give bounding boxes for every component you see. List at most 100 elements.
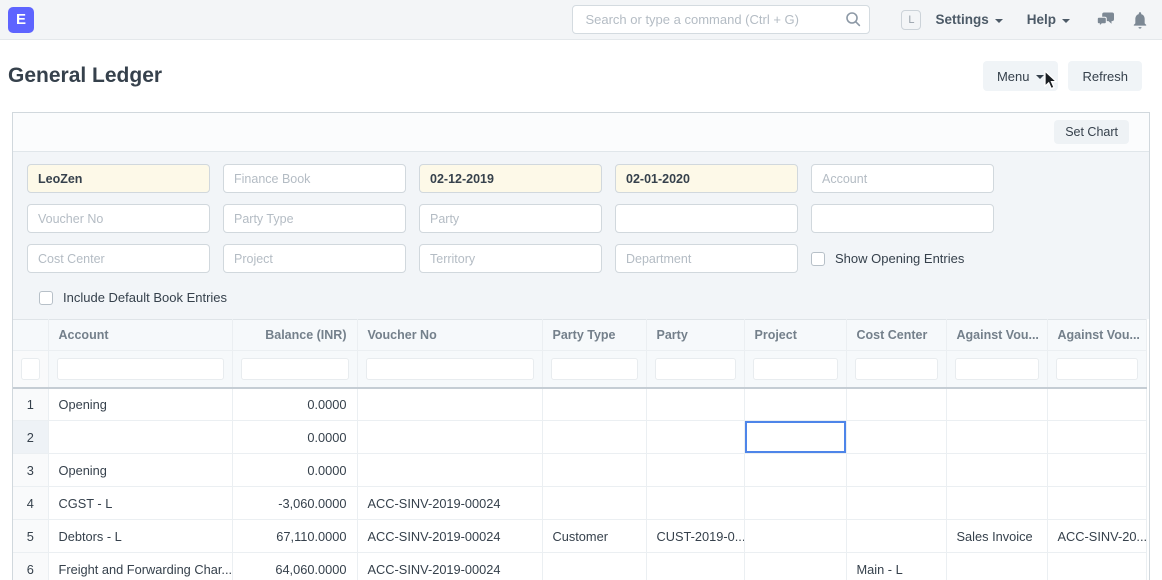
column-header-against-voucher-type[interactable]: Against Vou... (946, 320, 1047, 351)
cell-project[interactable] (744, 421, 846, 454)
column-header-against-voucher[interactable]: Against Vou... (1047, 320, 1146, 351)
cell-balance[interactable]: 67,110.0000 (232, 520, 357, 553)
cell-party-type[interactable] (542, 454, 646, 487)
cell-row-number[interactable]: 3 (13, 454, 48, 487)
cell-against-voucher[interactable] (1047, 454, 1146, 487)
cell-balance[interactable]: 0.0000 (232, 421, 357, 454)
cell-voucher-no[interactable]: ACC-SINV-2019-00024 (357, 553, 542, 580)
column-header-project[interactable]: Project (744, 320, 846, 351)
column-header-voucher-no[interactable]: Voucher No (357, 320, 542, 351)
app-logo[interactable]: E (8, 7, 34, 33)
column-header-party-type[interactable]: Party Type (542, 320, 646, 351)
cell-against-voucher-type[interactable] (946, 421, 1047, 454)
column-filter-voucher-no[interactable] (366, 358, 534, 380)
column-filter-account[interactable] (57, 358, 224, 380)
cell-against-voucher-type[interactable] (946, 487, 1047, 520)
column-header-cost-center[interactable]: Cost Center (846, 320, 946, 351)
filter-input-department[interactable] (615, 244, 798, 273)
column-header-balance[interactable]: Balance (INR) (232, 320, 357, 351)
filter-input-blank-2[interactable] (811, 204, 994, 233)
cell-cost-center[interactable] (846, 487, 946, 520)
cell-project[interactable] (744, 388, 846, 421)
cell-row-number[interactable]: 6 (13, 553, 48, 580)
cell-cost-center[interactable] (846, 454, 946, 487)
cell-party-type[interactable] (542, 487, 646, 520)
filter-input-blank-1[interactable] (615, 204, 798, 233)
cell-row-number[interactable]: 4 (13, 487, 48, 520)
column-header-account[interactable]: Account (48, 320, 232, 351)
cell-cost-center[interactable]: Main - L (846, 553, 946, 580)
cell-account[interactable] (48, 421, 232, 454)
cell-voucher-no[interactable] (357, 454, 542, 487)
show-opening-entries-checkbox[interactable]: Show Opening Entries (811, 251, 994, 266)
cell-against-voucher[interactable]: ACC-SINV-20... (1047, 520, 1146, 553)
cell-against-voucher-type[interactable] (946, 388, 1047, 421)
filter-input-party-type[interactable] (223, 204, 406, 233)
cell-balance[interactable]: 64,060.0000 (232, 553, 357, 580)
cell-party[interactable] (646, 388, 744, 421)
cell-against-voucher[interactable] (1047, 487, 1146, 520)
user-avatar[interactable]: L (901, 10, 921, 30)
cell-project[interactable] (744, 487, 846, 520)
cell-party-type[interactable] (542, 553, 646, 580)
cell-account[interactable]: Opening (48, 388, 232, 421)
cell-project[interactable] (744, 454, 846, 487)
filter-input-to-date[interactable] (615, 164, 798, 193)
cell-balance[interactable]: -3,060.0000 (232, 487, 357, 520)
cell-voucher-no[interactable]: ACC-SINV-2019-00024 (357, 520, 542, 553)
set-chart-button[interactable]: Set Chart (1054, 120, 1129, 144)
settings-menu[interactable]: Settings (935, 12, 1002, 27)
cell-party[interactable] (646, 421, 744, 454)
column-filter-against-voucher[interactable] (1056, 358, 1138, 380)
cell-cost-center[interactable] (846, 388, 946, 421)
cell-against-voucher-type[interactable] (946, 553, 1047, 580)
filter-input-party[interactable] (419, 204, 602, 233)
cell-row-number[interactable]: 2 (13, 421, 48, 454)
column-filter-project[interactable] (753, 358, 838, 380)
cell-party[interactable]: CUST-2019-0... (646, 520, 744, 553)
filter-input-from-date[interactable] (419, 164, 602, 193)
cell-party[interactable] (646, 454, 744, 487)
filter-input-territory[interactable] (419, 244, 602, 273)
column-filter-row-number[interactable] (21, 358, 40, 380)
cell-balance[interactable]: 0.0000 (232, 454, 357, 487)
cell-party-type[interactable]: Customer (542, 520, 646, 553)
cell-account[interactable]: Debtors - L (48, 520, 232, 553)
cell-against-voucher-type[interactable] (946, 454, 1047, 487)
cell-row-number[interactable]: 1 (13, 388, 48, 421)
column-filter-party-type[interactable] (551, 358, 638, 380)
filter-input-cost-center[interactable] (27, 244, 210, 273)
cell-row-number[interactable]: 5 (13, 520, 48, 553)
menu-button[interactable]: Menu (983, 61, 1059, 91)
cell-party[interactable] (646, 553, 744, 580)
column-filter-balance[interactable] (241, 358, 349, 380)
filter-input-voucher-no[interactable] (27, 204, 210, 233)
cell-cost-center[interactable] (846, 421, 946, 454)
chat-icon[interactable] (1096, 11, 1116, 29)
cell-against-voucher[interactable] (1047, 553, 1146, 580)
cell-against-voucher[interactable] (1047, 421, 1146, 454)
column-filter-against-voucher-type[interactable] (955, 358, 1039, 380)
cell-project[interactable] (744, 553, 846, 580)
cell-project[interactable] (744, 520, 846, 553)
cell-account[interactable]: Opening (48, 454, 232, 487)
cell-account[interactable]: Freight and Forwarding Char... (48, 553, 232, 580)
search-icon[interactable] (845, 11, 861, 32)
notifications-bell-icon[interactable] (1132, 11, 1148, 29)
cell-account[interactable]: CGST - L (48, 487, 232, 520)
column-header-row-number[interactable] (13, 320, 48, 351)
cell-party[interactable] (646, 487, 744, 520)
include-default-book-entries-checkbox[interactable]: Include Default Book Entries (39, 290, 1149, 305)
filter-input-company[interactable] (27, 164, 210, 193)
filter-input-project[interactable] (223, 244, 406, 273)
column-filter-cost-center[interactable] (855, 358, 938, 380)
refresh-button[interactable]: Refresh (1068, 61, 1142, 91)
cell-voucher-no[interactable]: ACC-SINV-2019-00024 (357, 487, 542, 520)
cell-voucher-no[interactable] (357, 388, 542, 421)
column-header-party[interactable]: Party (646, 320, 744, 351)
cell-voucher-no[interactable] (357, 421, 542, 454)
help-menu[interactable]: Help (1027, 12, 1070, 27)
filter-input-account[interactable] (811, 164, 994, 193)
column-filter-party[interactable] (655, 358, 736, 380)
filter-input-finance-book[interactable] (223, 164, 406, 193)
